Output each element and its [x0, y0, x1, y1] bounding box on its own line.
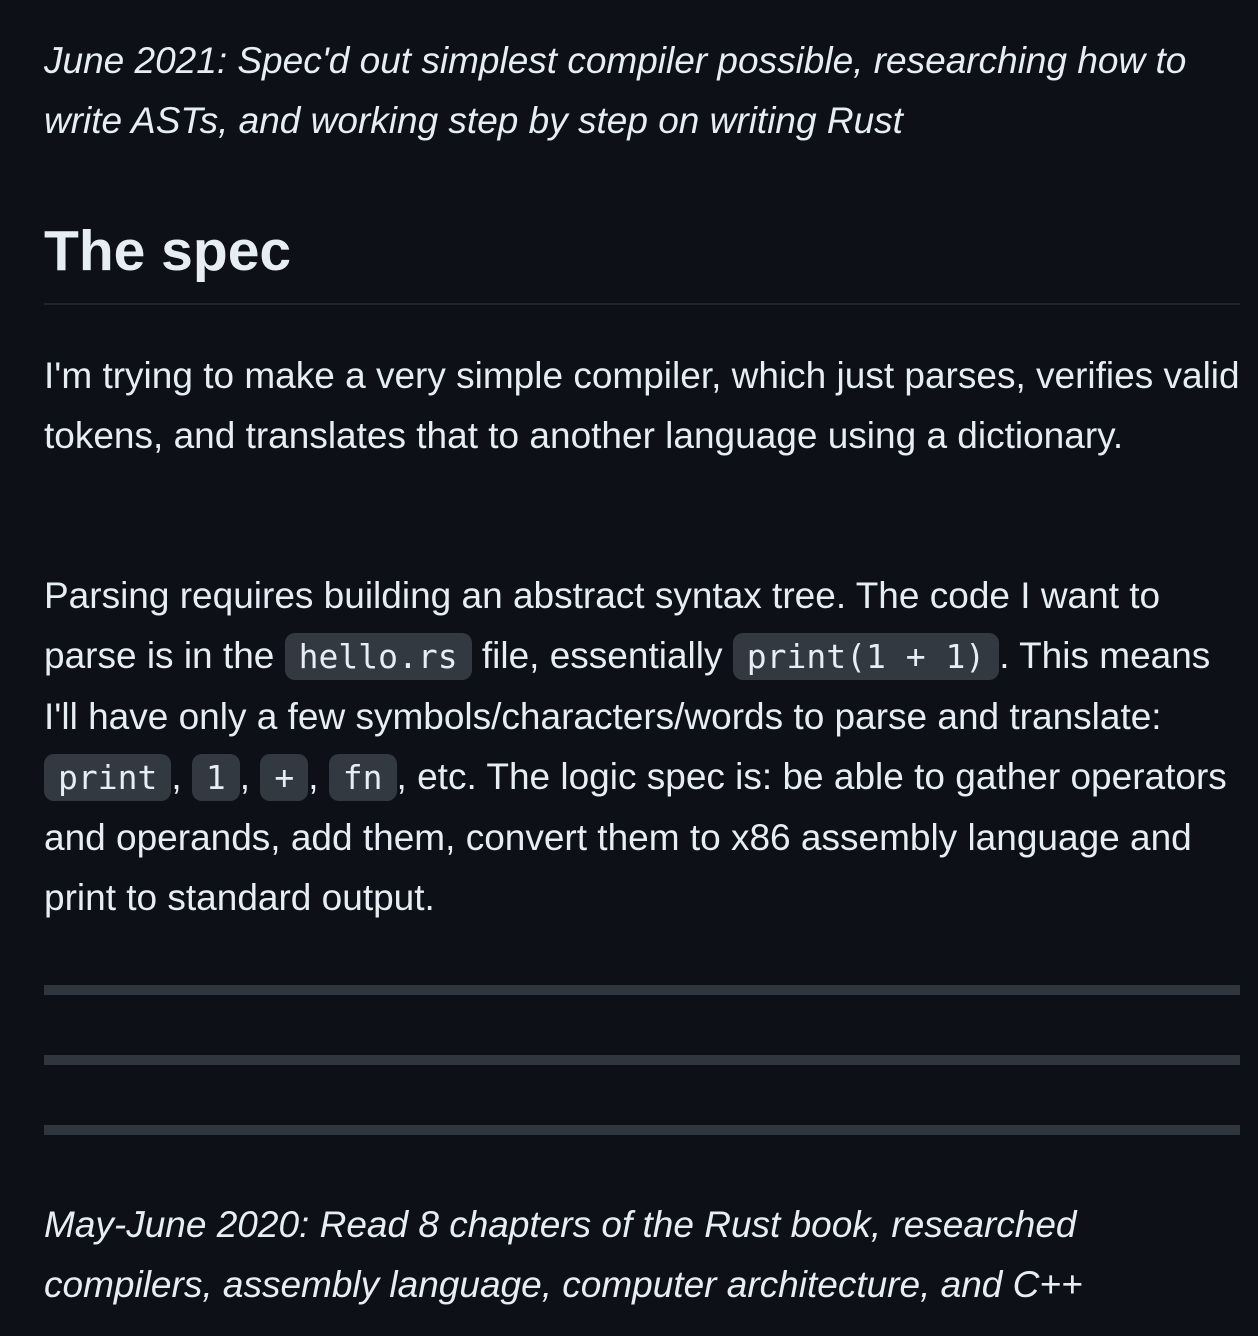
horizontal-rule	[44, 1125, 1240, 1135]
heading-underline	[44, 303, 1240, 305]
inline-code-print: print	[44, 754, 172, 801]
inline-code-fn: fn	[328, 754, 397, 801]
section-heading: The spec	[44, 219, 292, 283]
separator: ,	[239, 756, 261, 797]
separator: ,	[308, 756, 329, 797]
horizontal-rule	[44, 1055, 1240, 1065]
inline-code-one: 1	[191, 754, 240, 801]
separator: ,	[171, 756, 192, 797]
text-segment: file, essentially	[471, 635, 733, 676]
inline-code-expression: print(1 + 1)	[732, 633, 1000, 680]
spec-paragraph-intro: I'm trying to make a very simple compile…	[44, 355, 1240, 456]
inline-code-filename: hello.rs	[284, 633, 472, 680]
progress-note-june-2021: June 2021: Spec'd out simplest compiler …	[44, 40, 1187, 141]
spec-paragraph-parsing: Parsing requires building an abstract sy…	[44, 566, 1240, 928]
horizontal-rule	[44, 985, 1240, 995]
progress-note-may-june-2020: May-June 2020: Read 8 chapters of the Ru…	[44, 1204, 1083, 1305]
inline-code-plus: +	[260, 754, 309, 801]
